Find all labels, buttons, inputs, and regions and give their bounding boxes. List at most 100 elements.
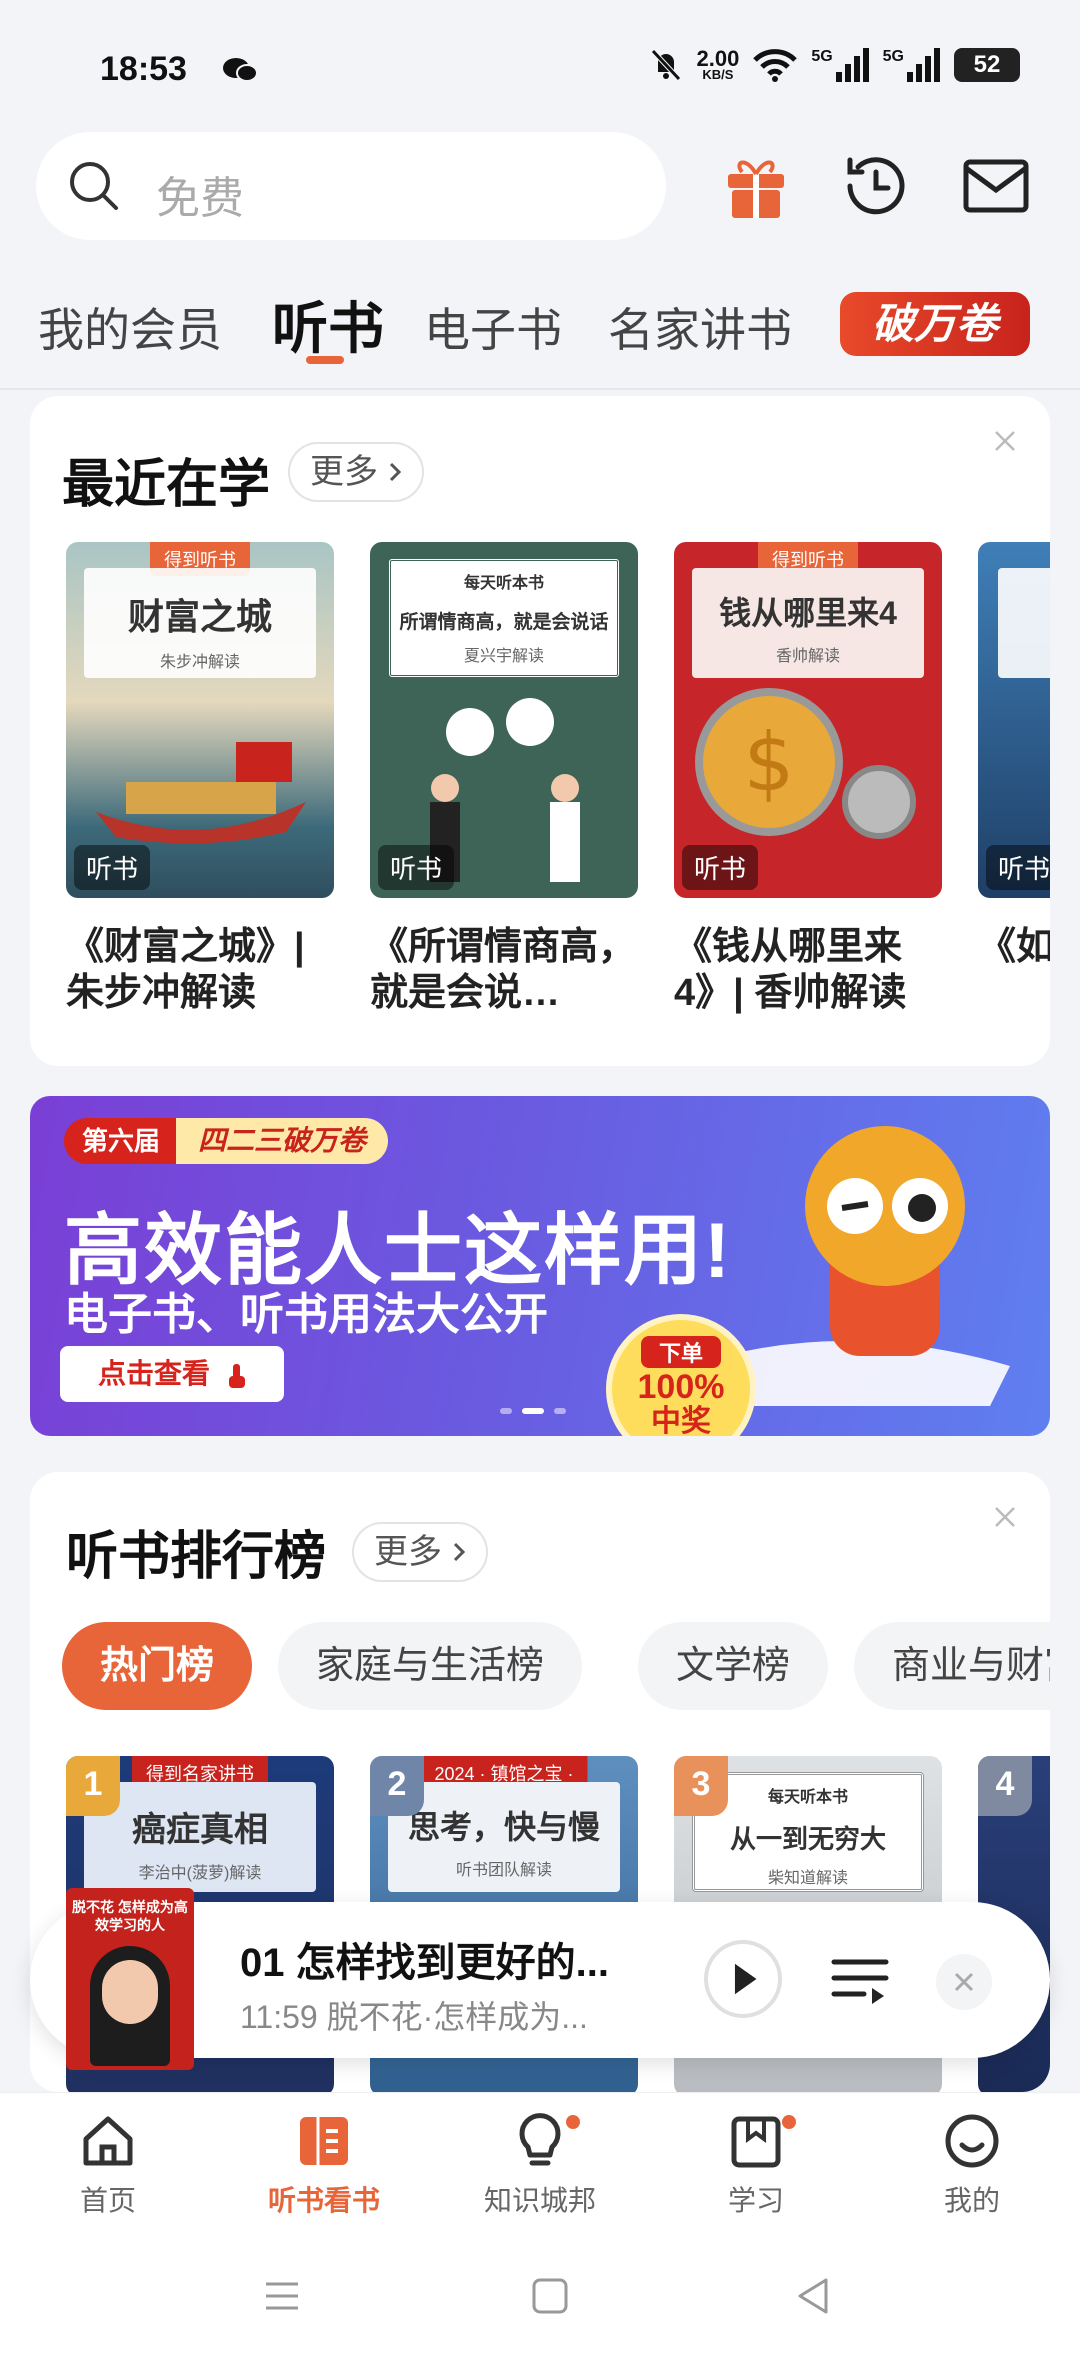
tab-my-membership[interactable]: 我的会员 — [38, 294, 222, 360]
nav-label: 学习 — [727, 2185, 784, 2216]
book-cover: 每天听本书 所谓情商高，就是会说话 夏兴宇解读 听书 — [370, 542, 638, 898]
notification-dot — [566, 2115, 580, 2129]
cover-title: 从一到无穷大 — [729, 1824, 886, 1854]
chevron-right-icon — [389, 462, 402, 482]
cover-subtitle: 朱步冲解读 — [159, 654, 240, 671]
recent-more-button[interactable]: 更多 — [288, 442, 424, 502]
rank-number: 1 — [66, 1756, 120, 1816]
bookmark-book-icon — [731, 2116, 781, 2168]
player-cover: 脱不花 怎样成为高效学习的人 — [66, 1888, 194, 2070]
cover-subtitle: 李治中(菠萝)解读 — [138, 1865, 262, 1882]
tab-ebooks[interactable]: 电子书 — [424, 294, 562, 360]
nav-label: 我的 — [943, 2185, 1000, 2216]
award-line-1: 下单 — [641, 1336, 721, 1368]
rank-number: 3 — [674, 1756, 728, 1816]
player-track-subtitle: 11:59 脱不花·怎样成为... — [240, 1999, 588, 2035]
close-icon[interactable] — [990, 1502, 1020, 1532]
award-line-3: 中奖 — [651, 1405, 711, 1437]
nav-home[interactable]: 首页 — [28, 2111, 188, 2219]
promo-banner[interactable]: 第六届 四二三破万卷 高效能人士这样用! 电子书、听书用法大公开 点击查看 下单… — [30, 1096, 1050, 1436]
player-cover-face — [102, 1960, 158, 2024]
nav-listen-read[interactable]: 听书看书 — [244, 2111, 404, 2219]
recent-book-4[interactable]: 如 听书 《如杨以 — [978, 542, 1050, 1016]
nav-knowledge-city[interactable]: 知识城邦 — [460, 2111, 620, 2219]
play-button-icon[interactable] — [704, 1940, 782, 2018]
cover-title: 思考，快与慢 — [407, 1809, 600, 1845]
history-clock-icon[interactable] — [838, 148, 914, 224]
player-track-title: 01 怎样找到更好的... — [240, 1941, 609, 1985]
cover-subtitle: 柴知道解读 — [767, 1870, 848, 1887]
banner-cta-label: 点击查看 — [98, 1358, 211, 1389]
playlist-icon[interactable] — [828, 1948, 892, 2012]
bottom-navigation: 首页 听书看书 知识城邦 学习 我的 — [0, 2092, 1080, 2242]
ship-illustration — [96, 742, 306, 844]
home-square-icon[interactable] — [530, 2276, 570, 2316]
player-close-icon[interactable] — [936, 1954, 992, 2010]
cover-title: 癌症真相 — [132, 1811, 268, 1849]
audio-badge: 听书 — [74, 845, 151, 890]
back-triangle-icon[interactable] — [794, 2276, 834, 2316]
recent-learning-card: 最近在学 更多 得到听书 财富之城 朱步冲解读 听书 《财富之城》| 朱步冲解读… — [30, 396, 1050, 1066]
nav-label: 首页 — [79, 2185, 136, 2216]
system-navigation — [0, 2242, 1080, 2373]
chip-business[interactable]: 商业与财富 — [854, 1622, 1050, 1710]
tabs-divider — [0, 388, 1080, 390]
player-cover-text: 脱不花 怎样成为高效学习的人 — [72, 1899, 188, 1933]
rank-more-button[interactable]: 更多 — [352, 1522, 488, 1582]
cover-title: 所谓情商高，就是会说话 — [399, 612, 609, 633]
mini-player[interactable]: 脱不花 怎样成为高效学习的人 01 怎样找到更好的... 11:59 脱不花·怎… — [30, 1888, 1050, 2070]
audio-badge: 听书 — [682, 845, 759, 890]
search-input[interactable]: 免费 — [36, 132, 666, 240]
banner-cta-button[interactable]: 点击查看 — [60, 1346, 284, 1402]
banner-event-tag: 四二三破万卷 — [176, 1118, 389, 1164]
rank-number: 4 — [978, 1756, 1032, 1816]
book-cover: 得到听书 财富之城 朱步冲解读 听书 — [66, 542, 334, 898]
cover-subtitle: 香帅解读 — [775, 648, 840, 665]
cover-subtitle: 听书团队解读 — [455, 1862, 552, 1879]
book-title: 《如杨以 — [978, 926, 1050, 968]
lightbulb-icon — [519, 2113, 561, 2166]
status-bar: 18:53 2.00 KB/S 5G 5G 52 — [0, 0, 1080, 120]
cover-title-box: 钱从哪里来4 香帅解读 — [692, 568, 924, 678]
tab-famous-lectures[interactable]: 名家讲书 — [608, 294, 792, 360]
active-tab-indicator — [306, 356, 344, 364]
cover-title-box: 每天听本书 所谓情商高，就是会说话 夏兴宇解读 — [388, 558, 620, 678]
menu-icon[interactable] — [262, 2276, 302, 2316]
signal-sim2: 5G — [883, 48, 940, 82]
net-speed: 2.00 KB/S — [696, 45, 740, 82]
close-icon[interactable] — [990, 426, 1020, 456]
audio-badge: 听书 — [378, 845, 455, 890]
nav-label: 听书看书 — [267, 2185, 380, 2216]
tap-hand-icon — [228, 1363, 245, 1388]
more-label: 更多 — [374, 1533, 442, 1571]
cover-title: 钱从哪里来4 — [719, 595, 897, 631]
banner-pagination — [500, 1408, 566, 1414]
tab-pojuan-badge[interactable]: 破万卷 — [840, 292, 1030, 356]
smile-face-icon — [945, 2114, 999, 2168]
book-title: 《钱从哪里来4》| 香帅解读 — [674, 926, 907, 1014]
recent-book-1[interactable]: 得到听书 财富之城 朱步冲解读 听书 《财富之城》| 朱步冲解读 — [66, 542, 334, 1016]
message-mail-icon[interactable] — [958, 148, 1034, 224]
recent-book-2[interactable]: 每天听本书 所谓情商高，就是会说话 夏兴宇解读 听书 《所谓情商高，就是会说… — [370, 542, 638, 1016]
more-label: 更多 — [310, 453, 378, 491]
cover-title-box: 财富之城 朱步冲解读 — [84, 568, 316, 678]
nav-study[interactable]: 学习 — [676, 2111, 836, 2219]
nav-me[interactable]: 我的 — [892, 2111, 1052, 2219]
book-title: 《所谓情商高，就是会说… — [370, 926, 637, 1014]
audio-badge: 听书 — [986, 845, 1050, 890]
wifi-icon — [753, 49, 798, 82]
recent-book-3[interactable]: 得到听书 钱从哪里来4 香帅解读 $ 听书 《钱从哪里来4》| 香帅解读 — [674, 542, 942, 1016]
cover-tag: 每天听本书 — [767, 1789, 848, 1806]
chip-family-life[interactable]: 家庭与生活榜 — [278, 1622, 583, 1710]
tab-listen-books[interactable]: 听书 — [272, 284, 384, 365]
banner-edition-tag: 第六届 — [64, 1118, 179, 1164]
cover-tag: 每天听本书 — [463, 575, 544, 592]
gift-icon[interactable] — [718, 148, 794, 224]
status-time: 18:53 — [100, 50, 187, 88]
chip-hot[interactable]: 热门榜 — [62, 1622, 253, 1710]
rank-number: 2 — [370, 1756, 424, 1816]
cover-title: 如 — [998, 588, 1050, 640]
home-icon — [83, 2116, 133, 2166]
chip-literature[interactable]: 文学榜 — [638, 1622, 829, 1710]
wechat-icon — [223, 58, 258, 82]
